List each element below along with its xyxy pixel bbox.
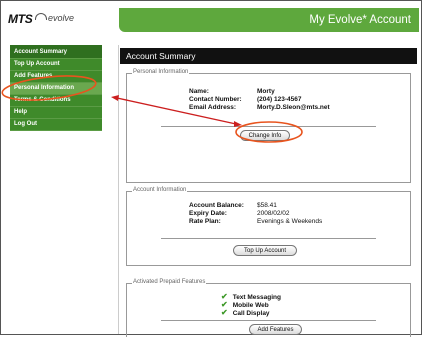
email-label: Email Address:	[189, 104, 237, 111]
personal-divider	[161, 126, 376, 127]
sidebar-nav: Account Summary Top Up Account Add Featu…	[10, 45, 102, 131]
account-info-section: Account Information Account Balance: $58…	[126, 187, 411, 266]
header-title-band: My Evolve* Account	[119, 8, 419, 32]
page-title: Account Summary	[120, 48, 417, 64]
features-divider	[161, 320, 376, 321]
top-up-account-button[interactable]: Top Up Account	[233, 245, 297, 256]
sidebar-item-help[interactable]: Help	[10, 107, 102, 119]
change-info-button[interactable]: Change Info	[240, 130, 290, 141]
evolve-logo: evolve	[35, 13, 74, 23]
features-legend: Activated Prepaid Features	[132, 279, 207, 285]
main-content: Account Summary Personal Information Nam…	[118, 45, 417, 337]
add-features-button[interactable]: Add Features	[249, 324, 302, 335]
contact-label: Contact Number:	[189, 96, 242, 103]
sidebar-item-personal-information[interactable]: Personal Information	[10, 83, 102, 95]
rate-plan-label: Rate Plan:	[189, 218, 221, 225]
balance-label: Account Balance:	[189, 202, 244, 209]
rate-plan-value: Evenings & Weekends	[257, 218, 323, 225]
name-label: Name:	[189, 88, 209, 95]
sidebar-item-terms-conditions[interactable]: Terms & Conditions	[10, 95, 102, 107]
account-divider	[161, 238, 376, 239]
sidebar-item-account-summary[interactable]: Account Summary	[10, 47, 102, 59]
name-value: Morty	[257, 88, 275, 95]
page-frame: MTS evolve My Evolve* Account Account Su…	[0, 0, 422, 337]
expiry-label: Expiry Date:	[189, 210, 227, 217]
sidebar-item-add-features[interactable]: Add Features	[10, 71, 102, 83]
mts-logo[interactable]: MTS	[8, 12, 33, 26]
site-header: MTS evolve My Evolve* Account	[1, 1, 421, 35]
email-value: Morty.D.Sleon@mts.net	[257, 104, 330, 111]
features-section: Activated Prepaid Features ✔ Text Messagi…	[126, 279, 411, 337]
personal-info-legend: Personal Information	[132, 69, 190, 75]
balance-value: $58.41	[257, 202, 277, 209]
evolve-logo-text: evolve	[48, 13, 75, 23]
feature-label: Call Display	[232, 310, 270, 317]
checkmark-icon: ✔	[221, 308, 228, 317]
account-info-legend: Account Information	[132, 187, 188, 193]
account-title: My Evolve* Account	[309, 14, 411, 26]
personal-info-section: Personal Information Name: Morty Contact…	[126, 69, 411, 183]
evolve-mark-icon	[35, 13, 47, 20]
contact-value: (204) 123-4567	[257, 96, 302, 103]
sidebar-item-log-out[interactable]: Log Out	[10, 119, 102, 131]
sidebar-item-top-up-account[interactable]: Top Up Account	[10, 59, 102, 71]
expiry-value: 2008/02/02	[257, 210, 290, 217]
feature-item: ✔ Call Display	[221, 308, 270, 317]
